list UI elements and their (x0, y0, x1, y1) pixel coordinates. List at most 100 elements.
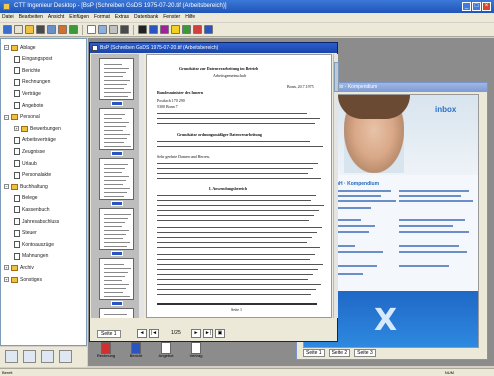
next-page-button[interactable]: ► (191, 329, 201, 338)
new-icon[interactable] (14, 25, 23, 34)
maximize-button[interactable]: □ (472, 2, 481, 11)
folder-tree[interactable]: − Ablage Eingangspost Berichte Rechnungen Ver… (0, 38, 87, 346)
tree-item[interactable]: Urlaub (14, 159, 37, 168)
print-icon[interactable] (36, 25, 45, 34)
tree-item[interactable]: Arbeitsverträge (14, 136, 56, 145)
cursor-icon[interactable] (138, 25, 147, 34)
first-page-button[interactable]: |◄ (149, 329, 159, 338)
menu-item[interactable]: Datei (2, 13, 14, 22)
page-thumbnail[interactable] (99, 158, 134, 200)
menu-item[interactable]: Bearbeiten (19, 13, 43, 22)
expand-icon[interactable]: + (4, 265, 9, 271)
document-window-letter[interactable]: BsP (Schreiben GsDS 1975-07-20.tif (Arbe… (89, 42, 339, 342)
attachment-item[interactable]: Rechnung (92, 342, 120, 368)
page-tab[interactable]: Seite 1 (97, 330, 121, 338)
menu-item[interactable]: Extras (115, 13, 129, 22)
pen-icon[interactable] (149, 25, 158, 34)
open-icon[interactable] (25, 25, 34, 34)
menu-item[interactable]: Format (94, 13, 110, 22)
scrollbar-thumb[interactable] (334, 62, 339, 92)
previous-page-button[interactable]: ◄ (137, 329, 147, 338)
tree-item[interactable]: Kassenbuch (14, 205, 50, 214)
help-icon[interactable] (69, 25, 78, 34)
explorer-icon[interactable] (5, 350, 18, 363)
collapse-icon[interactable]: − (4, 114, 9, 120)
tree-item[interactable]: Belege (14, 194, 38, 203)
stamp-icon[interactable] (193, 25, 202, 34)
page-icon[interactable] (87, 25, 96, 34)
app-icon (3, 3, 10, 10)
search-panel-icon[interactable] (23, 350, 36, 363)
tree-item[interactable]: Personalakte (14, 171, 51, 180)
tree-item[interactable]: − Ablage (4, 43, 36, 52)
page-thumbnail[interactable] (99, 108, 134, 150)
page-thumbnail[interactable] (99, 208, 134, 250)
paste-icon[interactable] (109, 25, 118, 34)
search-icon[interactable] (3, 25, 12, 34)
question-icon[interactable] (204, 25, 213, 34)
attachment-label: Angebot (158, 353, 174, 358)
brochure-tab[interactable]: Seite 3 (354, 349, 376, 357)
page-thumbnail[interactable] (99, 258, 134, 300)
menu-item[interactable]: Datenbank (134, 13, 158, 22)
check-icon[interactable] (182, 25, 191, 34)
copy-icon[interactable] (98, 25, 107, 34)
tree-item[interactable]: Zeugnisse (14, 147, 45, 156)
tree-item[interactable]: Verträge (14, 89, 41, 98)
highlight-icon[interactable] (171, 25, 180, 34)
brochure-tab[interactable]: Seite 1 (303, 349, 325, 357)
tree-item[interactable]: + Sonstiges (4, 275, 42, 284)
tree-item[interactable]: Kontoauszüge (14, 240, 54, 249)
expand-icon[interactable]: + (14, 126, 19, 132)
document-navigation: Seite 1 ◄ |◄ 1/25 ► ►| ▣ (91, 321, 337, 341)
brochure-tab[interactable]: Seite 2 (328, 349, 351, 357)
tree-item[interactable]: Eingangspost (14, 55, 52, 64)
expand-icon[interactable]: + (4, 277, 9, 282)
letter-subheading: Arbeitsgemeinschaft (213, 73, 247, 78)
workflow-icon[interactable] (41, 350, 54, 363)
tree-item[interactable]: − Personal (4, 113, 40, 122)
collapse-icon[interactable]: − (4, 184, 9, 190)
fit-page-button[interactable]: ▣ (215, 329, 225, 338)
tree-item[interactable]: + Bewerbungen (14, 124, 61, 133)
page-thumbnails[interactable] (91, 54, 144, 318)
barcode-icon[interactable] (120, 25, 129, 34)
menu-item[interactable]: Einfügen (69, 13, 89, 22)
letter-date: Bonn, 20.7.1975 (287, 84, 314, 89)
thumbnail-scrollbar[interactable] (139, 54, 144, 318)
last-page-button[interactable]: ►| (203, 329, 213, 338)
tree-item[interactable]: + Archiv (4, 263, 34, 272)
document-icon (92, 45, 98, 51)
page-scrollbar[interactable] (333, 54, 339, 318)
tree-item[interactable]: Steuer (14, 229, 37, 238)
attachment-item[interactable]: Angebot (152, 342, 180, 368)
collapse-icon[interactable]: − (4, 45, 9, 50)
thumbnail-page-marker (111, 151, 123, 156)
tools-icon[interactable] (58, 25, 67, 34)
tree-item[interactable]: Mahnungen (14, 252, 48, 261)
thumbnail-page-marker (111, 301, 123, 306)
page-thumbnail[interactable] (99, 58, 134, 100)
menu-item[interactable]: Hilfe (185, 13, 195, 22)
tree-item-label: Berichte (22, 67, 41, 74)
menu-item[interactable]: Ansicht (48, 13, 64, 22)
menu-item[interactable]: Fenster (163, 13, 180, 22)
tree-item[interactable]: Rechnungen (14, 78, 50, 87)
text-icon[interactable] (160, 25, 169, 34)
close-button[interactable]: × (482, 2, 491, 11)
document-icon (14, 90, 20, 98)
tree-item[interactable]: − Buchhaltung (4, 182, 48, 191)
tree-item[interactable]: Jahresabschluss (14, 217, 59, 226)
minimize-button[interactable]: _ (462, 2, 471, 11)
page-thumbnail[interactable] (99, 308, 134, 318)
document-icon (14, 229, 20, 237)
tree-item[interactable]: Angebote (14, 101, 43, 110)
page-counter: 1/25 (171, 330, 181, 336)
attachment-item[interactable]: Vertrag (182, 342, 210, 368)
attachment-item[interactable]: Bericht (122, 342, 150, 368)
settings-icon[interactable] (59, 350, 72, 363)
tree-item[interactable]: Berichte (14, 66, 40, 75)
letter-window-title[interactable]: BsP (Schreiben GsDS 1975-07-20.tif (Arbe… (90, 43, 337, 53)
tree-item-label: Arbeitsverträge (22, 137, 56, 144)
scan-icon[interactable] (47, 25, 56, 34)
